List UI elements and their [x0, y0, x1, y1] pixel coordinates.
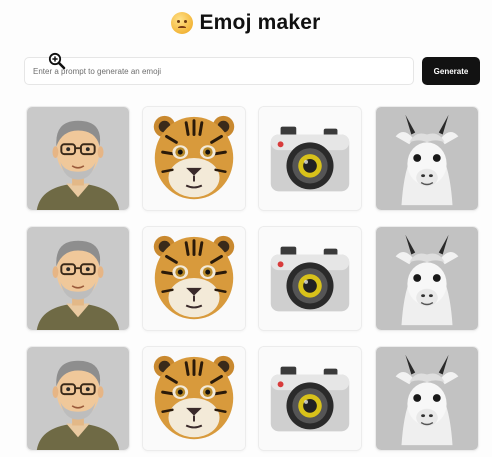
emoji-card[interactable]: [258, 226, 362, 331]
tiger-emoji-icon: [143, 347, 245, 450]
llama-emoji-icon: [376, 227, 478, 330]
emoji-card[interactable]: [375, 226, 479, 331]
prompt-input[interactable]: [24, 57, 414, 85]
worried-face-icon: [171, 12, 194, 34]
emoji-card[interactable]: [26, 346, 130, 451]
emoji-card[interactable]: [258, 106, 362, 211]
emoji-grid: [26, 106, 480, 451]
emoji-card[interactable]: [142, 346, 246, 451]
tiger-emoji-icon: [143, 227, 245, 330]
man-with-glasses-emoji-icon: [27, 227, 129, 330]
emoji-card[interactable]: [375, 346, 479, 451]
prompt-form: Generate: [24, 57, 480, 85]
camera-emoji-icon: [259, 347, 361, 450]
emoji-card[interactable]: [142, 106, 246, 211]
emoji-card[interactable]: [26, 226, 130, 331]
zoom-in-cursor-icon: [48, 52, 66, 70]
man-with-glasses-emoji-icon: [27, 107, 129, 210]
emoji-card[interactable]: [26, 106, 130, 211]
camera-emoji-icon: [259, 107, 361, 210]
emoji-card[interactable]: [142, 226, 246, 331]
man-with-glasses-emoji-icon: [27, 347, 129, 450]
tiger-emoji-icon: [143, 107, 245, 210]
camera-emoji-icon: [259, 227, 361, 330]
page-title: Emoj maker: [199, 11, 321, 34]
header: Emoj maker: [0, 10, 492, 36]
emoji-card[interactable]: [375, 106, 479, 211]
generate-button[interactable]: Generate: [422, 57, 480, 85]
emoji-card[interactable]: [258, 346, 362, 451]
llama-emoji-icon: [376, 107, 478, 210]
llama-emoji-icon: [376, 347, 478, 450]
